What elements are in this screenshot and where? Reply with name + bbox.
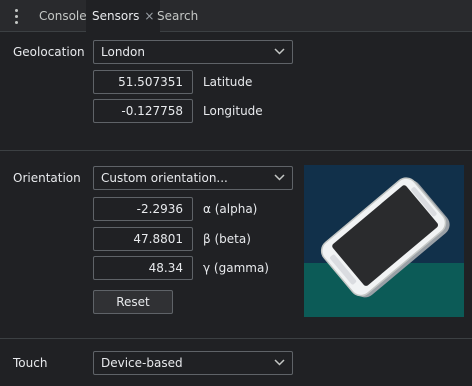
geolocation-select[interactable]: London <box>93 40 293 64</box>
tab-search-label: Search <box>157 9 199 23</box>
chevron-down-icon <box>274 174 285 181</box>
orientation-preview[interactable] <box>304 165 464 317</box>
latitude-label: Latitude <box>203 75 253 89</box>
chevron-down-icon <box>274 359 285 366</box>
alpha-label: α (alpha) <box>203 202 258 216</box>
tab-search[interactable]: Search <box>151 0 204 32</box>
gamma-label: γ (gamma) <box>203 261 269 275</box>
orientation-label: Orientation <box>13 171 81 185</box>
more-options-icon[interactable] <box>8 7 24 25</box>
touch-select-value: Device-based <box>101 356 183 370</box>
beta-input[interactable]: 47.8801 <box>93 227 193 251</box>
longitude-input[interactable]: -0.127758 <box>93 99 193 123</box>
gamma-input[interactable]: 48.34 <box>93 256 193 280</box>
tab-sensors-label: Sensors <box>92 9 140 23</box>
section-divider <box>0 338 472 339</box>
chevron-down-icon <box>274 48 285 55</box>
tab-console[interactable]: Console <box>33 0 93 32</box>
section-divider <box>0 150 472 151</box>
latitude-input[interactable]: 51.507351 <box>93 70 193 94</box>
orientation-select[interactable]: Custom orientation... <box>93 166 293 190</box>
geolocation-label: Geolocation <box>13 45 85 59</box>
touch-select[interactable]: Device-based <box>93 351 293 375</box>
alpha-input[interactable]: -2.2936 <box>93 197 193 221</box>
reset-button[interactable]: Reset <box>93 290 173 314</box>
device-orientation-preview <box>304 165 464 317</box>
longitude-label: Longitude <box>203 104 263 118</box>
beta-label: β (beta) <box>203 232 251 246</box>
tab-sensors[interactable]: Sensors × <box>86 0 161 33</box>
tab-console-label: Console <box>39 9 87 23</box>
drawer-tab-bar: Console Sensors × Search <box>0 0 472 33</box>
orientation-select-value: Custom orientation... <box>101 171 228 185</box>
geolocation-select-value: London <box>101 45 145 59</box>
touch-label: Touch <box>13 356 48 370</box>
